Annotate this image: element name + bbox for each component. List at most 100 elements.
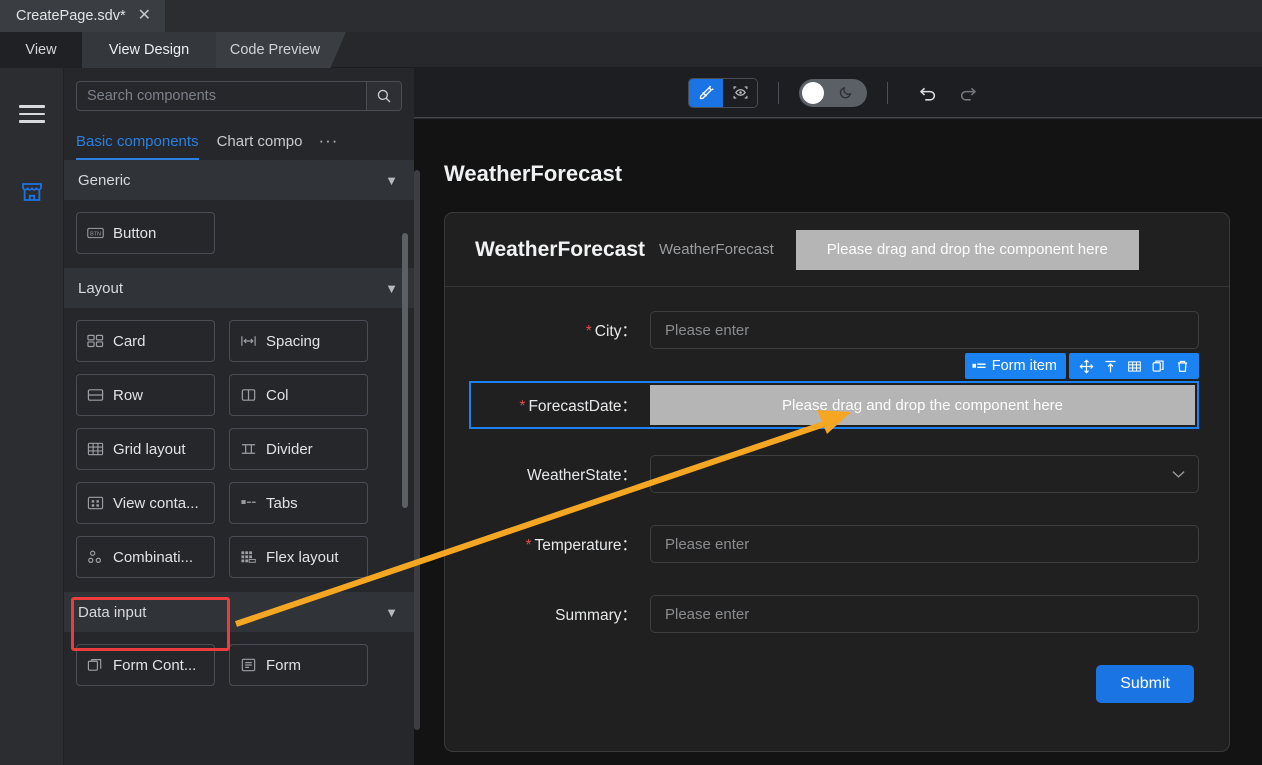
component-row[interactable]: Row [76, 374, 215, 416]
input-summary[interactable] [650, 595, 1199, 633]
design-pen-icon [699, 85, 714, 100]
search-button[interactable] [366, 82, 401, 110]
component-form[interactable]: Form [229, 644, 368, 686]
design-canvas: WeatherForecast WeatherForecast WeatherF… [414, 119, 1262, 765]
component-form-container[interactable]: Form Cont... [76, 644, 215, 686]
form-item-actions [1069, 353, 1199, 379]
label-temperature: * Temperature： [470, 533, 650, 555]
component-palette: Basic components Chart compo ··· Generic… [64, 68, 414, 765]
row-icon [87, 389, 104, 401]
move-button[interactable] [1075, 355, 1097, 377]
file-tab-strip: CreatePage.sdv* ✕ [0, 0, 1262, 32]
component-label: Form [266, 656, 301, 674]
theme-toggle[interactable] [799, 78, 867, 107]
label-city: * City： [470, 319, 650, 341]
design-mode-button[interactable] [689, 78, 723, 107]
component-label: Combinati... [113, 548, 194, 566]
palette-more-tabs-button[interactable]: ··· [318, 122, 338, 160]
component-tabs[interactable]: Tabs [229, 482, 368, 524]
tab-code-preview[interactable]: Code Preview [216, 32, 346, 68]
preview-eye-icon [733, 86, 747, 99]
delete-icon [1177, 360, 1187, 372]
label-forecastdate-text: ForecastDate： [528, 398, 637, 415]
toggle-knob [802, 81, 824, 104]
svg-text:BTN: BTN [90, 231, 101, 237]
form-item-tag[interactable]: Form item [964, 353, 1066, 379]
forecastdate-dropzone[interactable]: Please drag and drop the component here [650, 385, 1195, 425]
select-parent-button[interactable] [1099, 355, 1121, 377]
tab-chart-components-label: Chart compo [216, 132, 303, 150]
submit-row: Submit [470, 665, 1199, 703]
component-label: Flex layout [266, 548, 339, 566]
tabs-icon [241, 500, 256, 504]
group-body-generic: BTN Button [64, 200, 414, 268]
component-grid-layout[interactable]: Grid layout [76, 428, 215, 470]
delete-button[interactable] [1171, 355, 1193, 377]
search-box [76, 81, 402, 111]
component-label: Tabs [266, 494, 298, 512]
component-button[interactable]: BTN Button [76, 212, 215, 254]
header-dropzone[interactable]: Please drag and drop the component here [795, 229, 1139, 270]
store-panel-button[interactable] [0, 168, 64, 216]
redo-button[interactable] [948, 78, 988, 108]
divider-icon [241, 444, 256, 454]
mode-switch-group [688, 77, 758, 108]
more-icon: ··· [318, 131, 339, 150]
chevron-down-icon: ▼ [385, 280, 398, 296]
copy-button[interactable] [1147, 355, 1169, 377]
hamburger-menu-button[interactable] [0, 90, 64, 138]
form-row-weatherstate: WeatherState： [470, 455, 1199, 493]
component-label: Col [266, 386, 289, 404]
tab-view-design[interactable]: View Design [82, 32, 216, 68]
palette-scrollbar[interactable] [402, 233, 408, 508]
tab-chart-components[interactable]: Chart compo [217, 122, 303, 160]
table-button[interactable] [1123, 355, 1145, 377]
input-city[interactable] [650, 311, 1199, 349]
table-icon [1127, 360, 1141, 372]
component-combination[interactable]: Combinati... [76, 536, 215, 578]
tab-view[interactable]: View [0, 32, 82, 68]
form-row-forecastdate[interactable]: Form item * ForecastDate： Please drag an… [469, 353, 1199, 429]
form-card: WeatherForecast WeatherForecast Please d… [444, 212, 1230, 752]
component-label: Grid layout [113, 440, 186, 458]
component-spacing[interactable]: Spacing [229, 320, 368, 362]
label-city-text: City： [594, 323, 637, 340]
group-header-generic[interactable]: Generic ▼ [64, 160, 414, 200]
redo-icon [960, 87, 977, 101]
component-view-container[interactable]: View conta... [76, 482, 215, 524]
input-temperature[interactable] [650, 525, 1199, 563]
component-flex-layout[interactable]: Flex layout [229, 536, 368, 578]
form-row-summary: Summary： [470, 595, 1199, 633]
card-header: WeatherForecast WeatherForecast Please d… [445, 213, 1229, 287]
form-row-city: * City： [470, 311, 1199, 349]
label-forecastdate: * ForecastDate： [471, 394, 650, 416]
undo-button[interactable] [908, 78, 948, 108]
form-body: *City： Form item [445, 287, 1229, 703]
component-label: Row [113, 386, 144, 404]
move-icon [1079, 359, 1093, 373]
required-asterisk: * [525, 537, 532, 554]
preview-mode-button[interactable] [723, 78, 757, 107]
component-label: Card [113, 332, 146, 350]
close-icon[interactable]: ✕ [136, 8, 153, 24]
component-col[interactable]: Col [229, 374, 368, 416]
component-card[interactable]: Card [76, 320, 215, 362]
group-title-layout: Layout [78, 279, 124, 297]
component-divider[interactable]: Divider [229, 428, 368, 470]
select-parent-icon [1105, 360, 1115, 372]
search-input[interactable] [77, 82, 366, 110]
tab-code-preview-label: Code Preview [229, 42, 321, 58]
canvas-scrollbar[interactable] [414, 170, 420, 730]
left-icon-rail [0, 68, 64, 765]
card-title: WeatherForecast [475, 237, 646, 261]
submit-button[interactable]: Submit [1096, 665, 1194, 703]
form-row-temperature: * Temperature： [470, 525, 1199, 563]
select-weatherstate[interactable] [650, 455, 1199, 493]
copy-icon [1152, 360, 1164, 372]
form-item-tag-label: Form item [991, 358, 1057, 374]
tab-basic-components[interactable]: Basic components [76, 122, 199, 161]
palette-tab-bar: Basic components Chart compo ··· [64, 122, 414, 161]
file-tab-createpage[interactable]: CreatePage.sdv* ✕ [0, 0, 166, 32]
group-header-layout[interactable]: Layout ▼ [64, 268, 414, 308]
group-header-data-input[interactable]: Data input ▼ [64, 592, 414, 632]
